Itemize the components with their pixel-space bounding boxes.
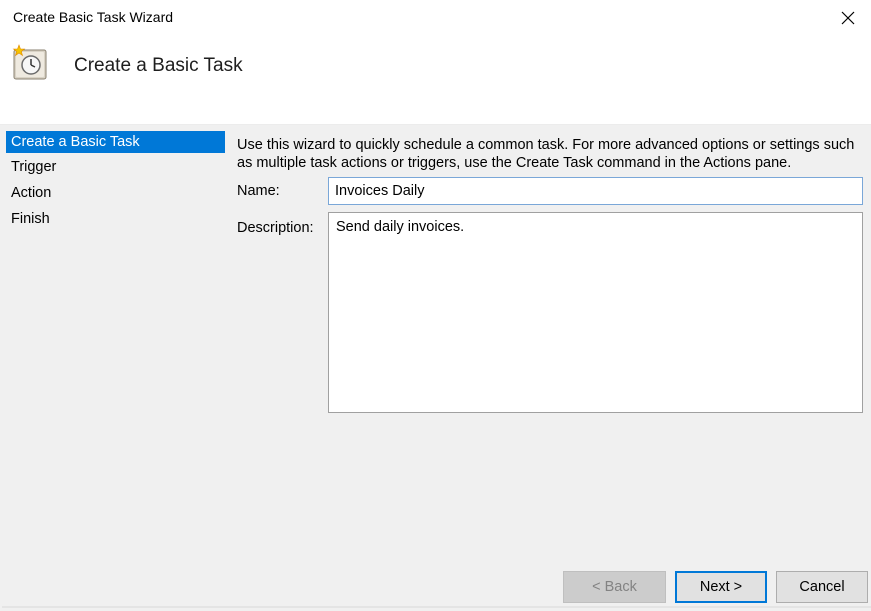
name-input[interactable] <box>328 177 863 205</box>
nav-item-action[interactable]: Action <box>6 182 225 204</box>
wizard-window: Create Basic Task Wizard Create a Basic … <box>0 0 871 611</box>
nav-item-trigger[interactable]: Trigger <box>6 156 225 178</box>
nav-item-finish[interactable]: Finish <box>6 208 225 230</box>
window-title: Create Basic Task Wizard <box>13 9 174 25</box>
close-icon <box>841 11 855 25</box>
description-input[interactable]: Send daily invoices. <box>328 212 863 413</box>
next-button[interactable]: Next > <box>675 571 767 603</box>
cancel-button[interactable]: Cancel <box>776 571 868 603</box>
wizard-content: Use this wizard to quickly schedule a co… <box>225 125 871 611</box>
title-bar[interactable]: Create Basic Task Wizard <box>0 0 871 36</box>
description-label: Description: <box>237 220 314 236</box>
nav-item-create-basic-task[interactable]: Create a Basic Task <box>6 131 225 153</box>
bottom-edge <box>2 606 871 608</box>
task-scheduler-clock-icon <box>12 44 47 80</box>
intro-text: Use this wizard to quickly schedule a co… <box>237 137 855 171</box>
back-button[interactable]: < Back <box>563 571 666 603</box>
wizard-header: Create a Basic Task <box>0 36 871 124</box>
close-button[interactable] <box>825 0 871 36</box>
name-label: Name: <box>237 183 280 199</box>
wizard-steps-nav: Create a Basic Task Trigger Action Finis… <box>2 125 225 611</box>
header-title: Create a Basic Task <box>74 55 243 76</box>
